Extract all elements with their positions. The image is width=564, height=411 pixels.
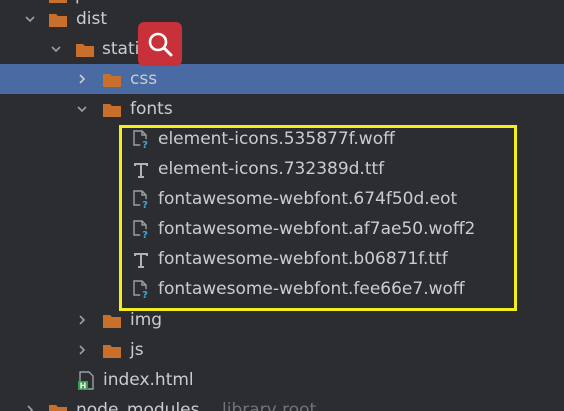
folder-icon — [48, 12, 68, 28]
tree-item-label: dist — [76, 9, 108, 29]
folder-icon — [102, 313, 122, 329]
folder-icon — [75, 42, 95, 58]
project-tree: p dist static css — [0, 0, 564, 411]
tree-item-label: img — [130, 310, 163, 330]
folder-icon — [102, 72, 122, 88]
tree-item-dist[interactable]: dist — [0, 4, 564, 34]
tree-item-static[interactable]: static — [0, 34, 564, 64]
chevron-right-icon[interactable] — [76, 73, 88, 85]
html-file-icon: H — [77, 371, 97, 391]
tree-item-fonts[interactable]: fonts — [0, 94, 564, 124]
tree-item-index-html[interactable]: H index.html — [0, 365, 564, 395]
tree-item-node-modules[interactable]: node_modules library root — [0, 395, 564, 411]
tree-item-label: index.html — [103, 370, 194, 390]
tree-item-label: js — [130, 340, 144, 360]
folder-icon — [102, 102, 122, 118]
tree-item-label: fonts — [130, 99, 173, 119]
search-icon — [146, 30, 174, 58]
tree-item-js[interactable]: js — [0, 335, 564, 365]
folder-icon — [102, 343, 122, 359]
chevron-right-icon[interactable] — [24, 404, 36, 411]
tree-item-css[interactable]: css — [0, 64, 564, 94]
tree-item-label: node_modules — [76, 400, 200, 411]
library-root-note: library root — [222, 400, 317, 411]
chevron-right-icon[interactable] — [76, 314, 88, 326]
tree-item-label: css — [130, 69, 158, 89]
chevron-right-icon[interactable] — [76, 344, 88, 356]
chevron-down-icon[interactable] — [76, 103, 88, 115]
highlight-annotation-box — [119, 125, 517, 311]
search-overlay-button[interactable] — [138, 22, 182, 66]
svg-text:H: H — [80, 382, 87, 391]
folder-icon — [48, 403, 68, 411]
chevron-down-icon[interactable] — [50, 43, 62, 55]
chevron-down-icon[interactable] — [24, 13, 36, 25]
